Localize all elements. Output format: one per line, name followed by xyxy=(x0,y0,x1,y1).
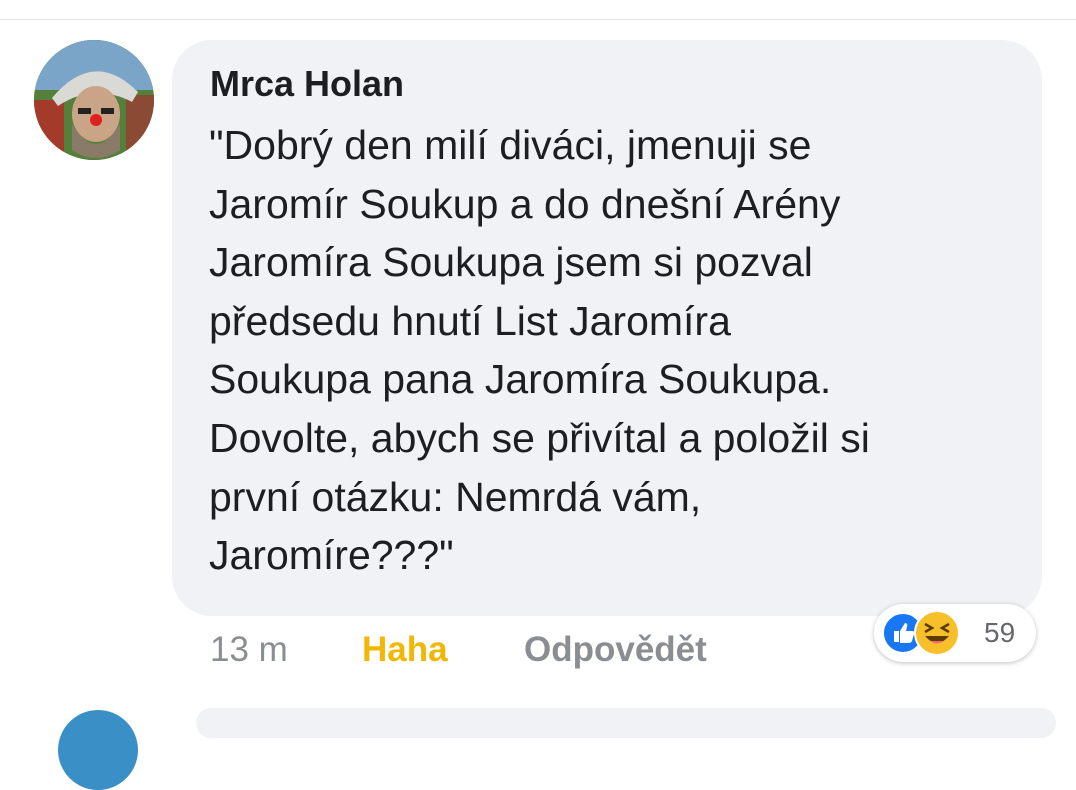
reactions-summary[interactable]: 59 xyxy=(874,604,1036,662)
reply-button[interactable]: Odpovědět xyxy=(524,628,707,672)
avatar-image xyxy=(34,40,154,160)
reaction-count: 59 xyxy=(984,617,1016,648)
comment-text-line: předsedu hnutí List Jaromíra xyxy=(209,297,731,344)
comment-timestamp[interactable]: 13 m xyxy=(210,628,288,672)
comment-text: "Dobrý den milí diváci, jmenuji se Jarom… xyxy=(209,116,1029,585)
comment-text-line: Soukupa pana Jaromíra Soukupa. xyxy=(209,356,832,403)
top-divider xyxy=(0,19,1076,20)
comment-text-line: první otázku: Nemrdá vám, xyxy=(209,473,702,520)
comment-text-line: Jaromíre???" xyxy=(209,532,454,579)
comment-text-line: "Dobrý den milí diváci, jmenuji se xyxy=(209,122,812,168)
comment-text-line: Dovolte, abych se přivítal a položil si xyxy=(209,414,870,461)
next-comment-avatar[interactable] xyxy=(58,710,138,790)
comment-text-line: Jaromír Soukup a do dnešní Arény xyxy=(209,180,841,227)
avatar[interactable] xyxy=(34,40,154,160)
haha-reaction-button[interactable]: Haha xyxy=(362,628,448,672)
next-comment-bubble xyxy=(196,708,1056,738)
comment-text-line: Jaromíra Soukupa jsem si pozval xyxy=(209,239,813,286)
haha-icon xyxy=(914,610,960,656)
comment-author-name[interactable]: Mrca Holan xyxy=(210,62,404,106)
